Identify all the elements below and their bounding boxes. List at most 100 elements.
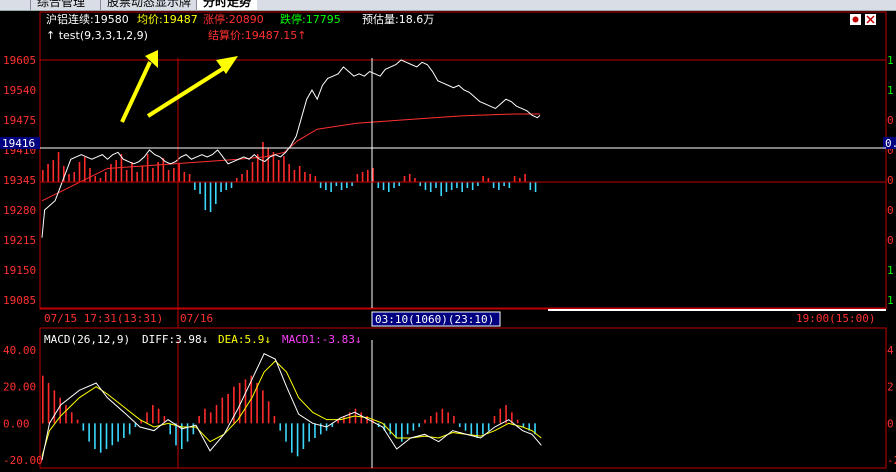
close-icon[interactable] — [865, 14, 876, 25]
flow-bar — [435, 182, 437, 188]
macd-bar — [82, 423, 85, 431]
price-tick-label: 19605 — [3, 54, 36, 67]
macd-tick-label: -20.00 — [3, 454, 43, 467]
flow-bar — [498, 182, 500, 190]
macd-bar — [76, 419, 79, 424]
flow-bar — [398, 182, 401, 186]
flow-bar — [445, 182, 448, 192]
flow-bar — [508, 182, 511, 188]
cursor-time: 03:10(1060)(23:10) — [375, 313, 494, 326]
macd-bar — [65, 405, 67, 424]
current-price: 19416 — [2, 137, 35, 150]
tab-intraday-trend[interactable]: 分时走势 — [196, 0, 258, 10]
macd-diff: DIFF:3.98↓ — [142, 333, 208, 346]
flow-bar — [461, 182, 463, 192]
flow-bar — [408, 174, 411, 182]
flow-bar — [298, 166, 301, 182]
flow-bar — [503, 182, 505, 186]
macd-bar — [204, 408, 206, 424]
intraday-chart[interactable]: 沪铝连续:19580 均价:19487 涨停:20890 跌停:17795 预估… — [0, 10, 896, 472]
flow-bar — [94, 176, 97, 182]
indicator-label[interactable]: ↑ test(9,3,3,1,2,9) — [46, 29, 148, 42]
flow-bar — [361, 172, 364, 182]
flow-bar — [466, 182, 469, 188]
macd-bar — [418, 423, 420, 427]
flow-bar — [377, 182, 380, 188]
macd-bar — [424, 419, 426, 424]
flow-bar — [288, 164, 290, 182]
right-axis: 110000011 — [887, 54, 894, 307]
macd-bar — [395, 423, 397, 438]
flow-bar — [141, 166, 144, 182]
flow-bar — [220, 182, 222, 192]
price-panel-frame — [39, 11, 887, 310]
flow-bar — [173, 168, 175, 182]
flow-bar — [104, 172, 107, 182]
macd-bar — [244, 379, 247, 424]
macd-bar — [267, 401, 270, 424]
flow-bar — [246, 170, 249, 182]
avg-price: 均价:19487 — [137, 13, 198, 26]
macd-bar — [401, 423, 403, 442]
flow-bar — [387, 182, 390, 192]
macd-bar — [487, 423, 490, 431]
flow-bar — [89, 168, 91, 182]
macd-bar — [111, 423, 114, 446]
flow-bar — [162, 158, 165, 182]
macd-bar — [464, 423, 467, 431]
flow-bar — [283, 156, 285, 182]
macd-bar — [458, 423, 461, 427]
flow-bar — [424, 182, 427, 190]
macd-right-tick-label: -2 — [887, 454, 896, 467]
flow-bar — [330, 182, 332, 192]
right-tick-label: 0 — [887, 234, 894, 247]
macd-bar — [198, 416, 200, 424]
flow-bar — [340, 182, 343, 190]
time-day-mark: 07/16 — [180, 312, 213, 325]
price-tick-label: 19280 — [3, 204, 36, 217]
flow-bar — [136, 172, 138, 182]
flow-bar — [42, 170, 44, 182]
flow-bar — [110, 164, 112, 182]
right-tick-label: 0 — [887, 114, 894, 127]
flow-bar — [99, 178, 102, 182]
macd-bar — [493, 416, 496, 424]
macd-bar — [447, 412, 449, 424]
gear-icon[interactable] — [850, 14, 861, 25]
macd-bar — [42, 375, 44, 424]
down-limit: 跌停:17795 — [280, 12, 341, 26]
flow-bar — [241, 174, 243, 182]
flow-bar — [131, 162, 133, 182]
macd-bar — [215, 405, 218, 424]
flow-bar — [152, 168, 154, 182]
macd-bar — [227, 394, 229, 424]
price-tick-label: 19085 — [3, 294, 36, 307]
tab-stock-dynamic-board[interactable]: 股票动态显示牌 — [100, 0, 197, 10]
macd-dea: DEA:5.9↓ — [218, 333, 271, 346]
macd-bar — [169, 423, 171, 435]
macd-bar — [308, 423, 310, 442]
macd-bar — [279, 423, 282, 431]
average-price-line — [41, 113, 540, 202]
settlement-price: 结算价:19487.15↑ — [208, 28, 306, 42]
macd-bar — [360, 412, 363, 424]
flow-bar — [382, 182, 385, 190]
flow-bar — [230, 182, 233, 188]
flow-bar — [115, 160, 117, 182]
tab-general-management[interactable]: 综合管理 — [30, 0, 91, 10]
macd-tick-label: 0.00 — [3, 417, 30, 430]
flow-bar — [214, 182, 217, 204]
macd-tick-label: 20.00 — [3, 381, 36, 394]
macd-bar — [88, 423, 90, 442]
flow-bar — [251, 162, 254, 182]
macd-bar — [406, 423, 409, 435]
right-tick-label: 1 — [887, 54, 894, 67]
flow-bar — [346, 182, 348, 188]
symbol-price: 沪铝连续:19580 — [46, 12, 129, 26]
flow-bar — [73, 172, 76, 182]
macd-bar — [99, 423, 102, 453]
flow-bar — [52, 160, 55, 182]
macd-bar — [192, 423, 195, 435]
macd-bar — [152, 405, 154, 424]
macd-bar — [273, 416, 276, 424]
